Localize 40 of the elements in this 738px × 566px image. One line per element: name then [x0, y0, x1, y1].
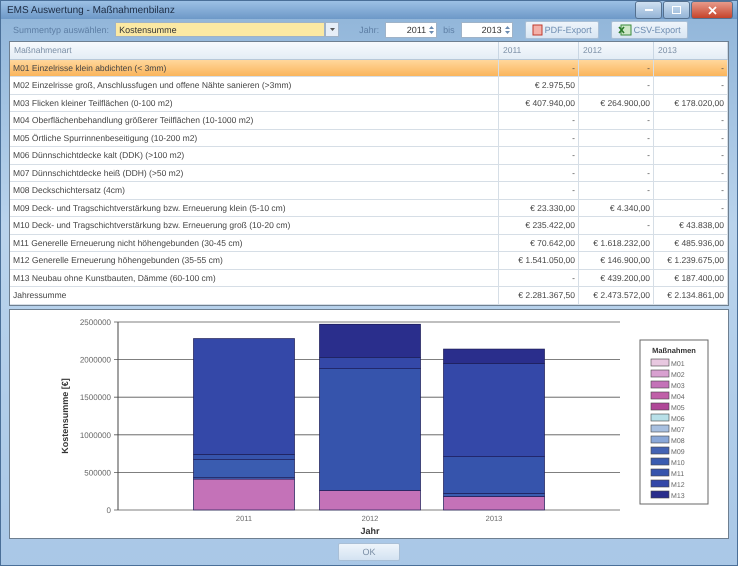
y-tick-label: 1000000 — [80, 430, 111, 440]
y-tick-label: 2500000 — [80, 318, 111, 327]
table-cell: € 1.541.050,00 — [498, 252, 578, 270]
table-cell: - — [498, 182, 578, 200]
table-cell: - — [498, 112, 578, 130]
table-cell: M06 Dünnschichtdecke kalt (DDK) (>100 m2) — [10, 146, 498, 164]
table-cell: Jahressumme — [10, 286, 498, 304]
table-cell: M12 Generelle Erneuerung höhengebunden (35-55 cm) — [10, 252, 498, 270]
table-cell: € 2.473.572,00 — [578, 286, 654, 304]
table-cell: - — [578, 216, 654, 234]
table-cell: - — [578, 112, 654, 130]
table-cell: - — [578, 76, 654, 94]
y-tick-label: 1500000 — [80, 392, 111, 402]
table-cell: M08 Deckschichtersatz (4cm) — [10, 182, 498, 200]
table-cell: € 235.422,00 — [498, 216, 578, 234]
table-cell: € 2.281.367,50 — [498, 286, 578, 304]
y-tick-label: 500000 — [84, 468, 111, 478]
table-cell: € 2.134.861,00 — [654, 286, 728, 304]
to-label: bis — [443, 24, 455, 35]
y-tick-label: 2000000 — [80, 355, 111, 364]
table-cell: - — [654, 76, 728, 94]
table-cell: € 2.975,50 — [498, 76, 578, 94]
window-title: EMS Auswertung - Maßnahmenbilanz — [7, 4, 175, 16]
table-cell: € 1.239.675,00 — [654, 252, 728, 270]
table-cell: € 43.838,00 — [654, 216, 728, 234]
y-tick-label: 0 — [106, 506, 111, 515]
table-cell: - — [654, 146, 728, 164]
table-cell: - — [654, 182, 728, 200]
table-cell: - — [578, 182, 654, 200]
y-axis-title: Kostensumme [€] — [60, 378, 70, 454]
table-cell: - — [654, 112, 728, 130]
year-label: Jahr: — [359, 24, 380, 35]
x-axis-title: Jahr — [360, 526, 380, 536]
table-cell: M02 Einzelrisse groß, Anschlussfugen und offene Nähte sanieren (>3mm) — [10, 76, 498, 94]
table-cell: - — [578, 146, 654, 164]
table-cell: € 146.900,00 — [578, 252, 654, 270]
sum-type-label: Summentyp auswählen: — [13, 24, 110, 35]
table-cell: M10 Deck- und Tragschichtverstärkung bzw. Erneuerung groß (10-20 cm) — [10, 216, 498, 234]
table-cell: - — [498, 146, 578, 164]
table-cell: M04 Oberflächenbehandlung größerer Teilflächen (10-1000 m2) — [10, 112, 498, 130]
